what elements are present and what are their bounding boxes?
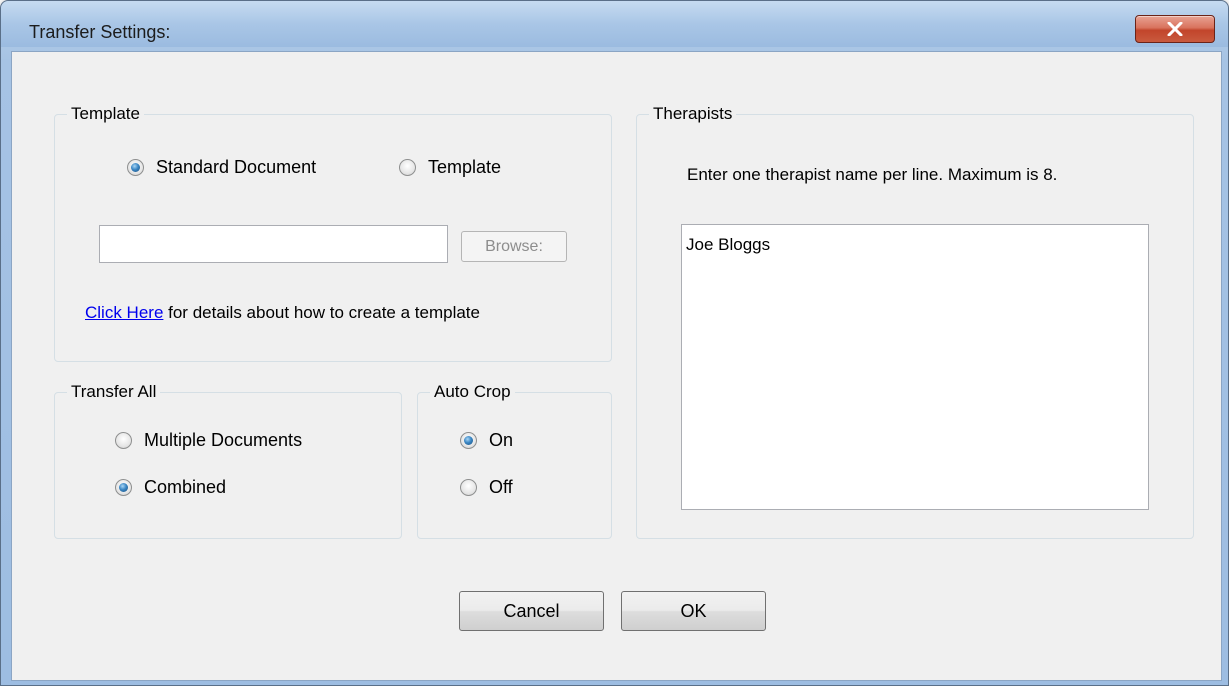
radio-multiple-documents[interactable]: Multiple Documents [115,430,302,451]
therapists-group-legend: Therapists [649,104,737,124]
radio-auto-crop-off-indicator[interactable] [460,479,477,496]
transfer-all-group: Transfer All Multiple Documents Combined [54,382,402,539]
radio-auto-crop-on-label: On [489,430,514,450]
dialog-window: Transfer Settings: Template Standard Doc… [0,0,1229,686]
click-here-link[interactable]: Click Here [85,303,163,322]
radio-multiple-documents-indicator[interactable] [115,432,132,449]
radio-auto-crop-off[interactable]: Off [460,477,513,498]
dialog-body: Template Standard Document Template Brow… [11,51,1222,681]
template-help-text: Click Here for details about how to crea… [85,303,480,323]
template-help-suffix: for details about how to create a templa… [163,303,480,322]
therapists-textarea[interactable]: Joe Bloggs [681,224,1149,510]
browse-button[interactable]: Browse: [461,231,567,262]
auto-crop-group-legend: Auto Crop [430,382,515,402]
template-path-input[interactable] [99,225,448,263]
title-bar[interactable]: Transfer Settings: [1,1,1228,47]
close-button[interactable] [1135,15,1215,43]
therapists-group: Therapists Enter one therapist name per … [636,104,1194,539]
radio-standard-document[interactable]: Standard Document [127,157,316,178]
therapists-hint: Enter one therapist name per line. Maxim… [687,165,1058,184]
radio-auto-crop-on-indicator[interactable] [460,432,477,449]
radio-combined[interactable]: Combined [115,477,226,498]
cancel-button[interactable]: Cancel [459,591,604,631]
radio-template-indicator[interactable] [399,159,416,176]
close-icon [1167,22,1183,36]
radio-standard-document-label: Standard Document [156,157,317,177]
transfer-all-group-legend: Transfer All [67,382,161,402]
radio-template[interactable]: Template [399,157,501,178]
radio-template-label: Template [428,157,502,177]
auto-crop-group: Auto Crop On Off [417,382,612,539]
dialog-title: Transfer Settings: [29,22,171,42]
radio-combined-label: Combined [144,477,227,497]
template-group-legend: Template [67,104,144,124]
radio-combined-indicator[interactable] [115,479,132,496]
radio-standard-document-indicator[interactable] [127,159,144,176]
ok-button[interactable]: OK [621,591,766,631]
radio-multiple-documents-label: Multiple Documents [144,430,303,450]
radio-auto-crop-on[interactable]: On [460,430,513,451]
template-group: Template Standard Document Template Brow… [54,104,612,362]
radio-auto-crop-off-label: Off [489,477,513,497]
